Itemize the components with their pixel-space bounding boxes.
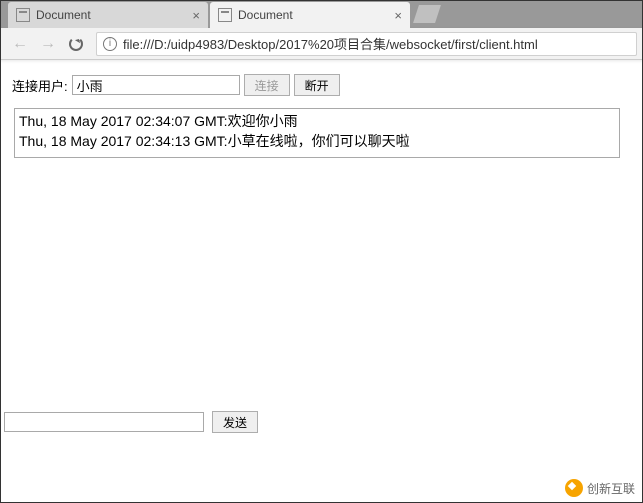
disconnect-button[interactable]: 断开 (294, 74, 340, 96)
forward-button[interactable]: → (38, 34, 58, 54)
browser-tab-1[interactable]: Document × (210, 2, 410, 28)
close-icon[interactable]: × (192, 8, 200, 23)
url-input[interactable]: i file:///D:/uidp4983/Desktop/2017%20项目合… (96, 32, 637, 56)
watermark: 创新互联 (565, 479, 635, 497)
back-button[interactable]: ← (10, 34, 30, 54)
reload-button[interactable] (66, 34, 86, 54)
browser-tab-0[interactable]: Document × (8, 2, 208, 28)
file-icon (16, 8, 30, 22)
send-button[interactable]: 发送 (212, 411, 258, 433)
message-input[interactable] (4, 412, 204, 432)
browser-tabs-bar: Document × Document × (0, 0, 643, 28)
connect-button[interactable]: 连接 (244, 74, 290, 96)
connection-row: 连接用户: 连接 断开 (12, 74, 631, 96)
url-text: file:///D:/uidp4983/Desktop/2017%20项目合集/… (123, 34, 538, 53)
username-input[interactable] (72, 75, 240, 95)
username-label: 连接用户: (12, 76, 68, 95)
info-icon: i (103, 37, 117, 51)
watermark-icon (565, 479, 583, 497)
reload-icon (69, 37, 83, 51)
page-content: 连接用户: 连接 断开 (0, 60, 643, 175)
close-icon[interactable]: × (394, 8, 402, 23)
new-tab-button[interactable] (413, 5, 441, 23)
watermark-text: 创新互联 (587, 480, 635, 497)
tab-title: Document (238, 8, 293, 22)
tab-title: Document (36, 8, 91, 22)
file-icon (218, 8, 232, 22)
send-row: 发送 (4, 411, 258, 433)
address-bar: ← → i file:///D:/uidp4983/Desktop/2017%2… (0, 28, 643, 60)
log-textarea[interactable] (14, 108, 620, 158)
